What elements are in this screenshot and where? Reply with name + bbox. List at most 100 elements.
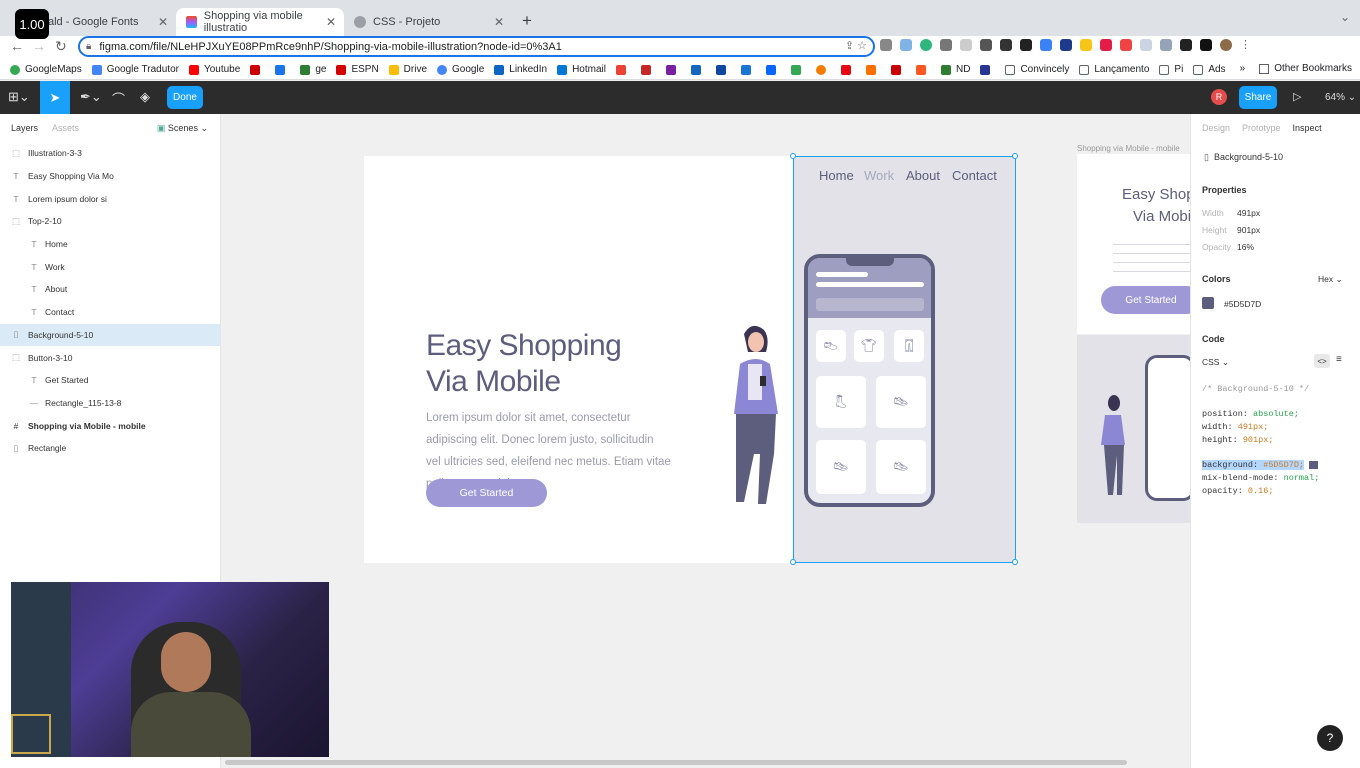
mobile-frame[interactable]: Easy Shopp Via Mobil Get Started xyxy=(1077,154,1190,334)
extension-icon[interactable] xyxy=(1040,39,1052,51)
bookmark-item[interactable] xyxy=(865,64,881,75)
extension-icon[interactable] xyxy=(940,39,952,51)
layer-row[interactable]: T Work xyxy=(0,255,220,278)
bookmark-folder[interactable]: Lançamento xyxy=(1079,64,1149,75)
extension-icon[interactable] xyxy=(880,39,892,51)
nav-about[interactable]: About xyxy=(906,168,940,183)
extension-icon[interactable] xyxy=(1020,39,1032,51)
layer-row[interactable]: T Lorem ipsum dolor si xyxy=(0,187,220,210)
other-bookmarks[interactable]: » Other Bookmarks xyxy=(1240,63,1352,74)
bookmark-item[interactable] xyxy=(740,64,756,75)
nav-work[interactable]: Work xyxy=(864,168,894,183)
chevron-right-icon[interactable]: » xyxy=(1240,63,1246,74)
get-started-button[interactable]: Get Started xyxy=(426,479,547,507)
code-line-background[interactable]: background: #5D5D7D; xyxy=(1202,460,1319,470)
extension-icon[interactable] xyxy=(980,39,992,51)
tab-layers[interactable]: Layers xyxy=(11,123,38,133)
bookmark-item[interactable] xyxy=(615,64,631,75)
mobile-frame-label[interactable]: Shopping via Mobile - mobile xyxy=(1077,144,1180,153)
bookmark-item[interactable] xyxy=(980,64,995,75)
close-icon[interactable]: ✕ xyxy=(158,15,168,29)
extension-icon[interactable] xyxy=(1100,39,1112,51)
bookmark-item[interactable] xyxy=(765,64,781,75)
star-icon[interactable]: ⇪ ☆ xyxy=(845,39,867,52)
close-icon[interactable]: ✕ xyxy=(494,15,504,29)
color-format-dropdown[interactable]: Hex ⌄ xyxy=(1318,274,1343,285)
height-value[interactable]: 901px xyxy=(1237,225,1260,235)
layer-row[interactable]: T Contact xyxy=(0,301,220,324)
bookmark-item[interactable]: GoogleMaps xyxy=(10,64,82,75)
layer-row[interactable]: T Get Started xyxy=(0,369,220,392)
layer-row[interactable]: ⬚ Top-2-10 xyxy=(0,210,220,233)
move-tool-icon[interactable]: ➤ xyxy=(40,81,70,114)
bookmark-item[interactable] xyxy=(890,64,906,75)
tab-css-projeto[interactable]: CSS - Projeto ✕ xyxy=(344,8,512,36)
resize-handle[interactable] xyxy=(790,153,796,159)
hero-title[interactable]: Easy Shopping Via Mobile xyxy=(426,328,622,400)
main-menu-icon[interactable]: ⊞⌄ xyxy=(8,89,30,105)
profile-avatar[interactable] xyxy=(1220,39,1232,51)
opacity-value[interactable]: 16% xyxy=(1237,242,1254,252)
color-swatch[interactable] xyxy=(1202,297,1214,309)
bookmark-item[interactable] xyxy=(275,64,290,75)
code-language-dropdown[interactable]: CSS ⌄ xyxy=(1202,357,1229,368)
bookmark-item[interactable]: Hotmail xyxy=(557,64,606,75)
code-line-opacity[interactable]: opacity: 0.16; xyxy=(1202,486,1273,496)
bookmark-item[interactable]: ESPN xyxy=(336,64,379,75)
layer-row[interactable]: ▯ Rectangle xyxy=(0,437,220,460)
tab-inspect[interactable]: Inspect xyxy=(1293,123,1322,133)
bookmark-item[interactable] xyxy=(640,64,656,75)
tab-prototype[interactable]: Prototype xyxy=(1242,123,1281,133)
extension-icon[interactable] xyxy=(1120,39,1132,51)
extension-icon[interactable] xyxy=(960,39,972,51)
bookmark-item[interactable] xyxy=(665,64,681,75)
tab-assets[interactable]: Assets xyxy=(52,123,79,133)
layer-row[interactable]: T Home xyxy=(0,233,220,256)
share-button[interactable]: Share xyxy=(1239,86,1277,109)
nav-contact[interactable]: Contact xyxy=(952,168,997,183)
pen-tool-icon[interactable]: ✒⌄ xyxy=(80,89,102,105)
tab-figma[interactable]: Shopping via mobile illustratio ✕ xyxy=(176,8,344,36)
extension-icon[interactable] xyxy=(1060,39,1072,51)
layer-row[interactable]: T Easy Shopping Via Mo xyxy=(0,165,220,188)
puzzle-icon[interactable] xyxy=(1180,39,1192,51)
bookmark-item[interactable]: ge xyxy=(300,64,326,75)
back-icon[interactable]: ← xyxy=(10,38,24,54)
bookmark-folder[interactable]: Pi xyxy=(1159,64,1183,75)
code-line-blend[interactable]: mix-blend-mode: normal; xyxy=(1202,473,1319,483)
avatar[interactable]: R xyxy=(1211,89,1227,105)
extension-icon[interactable] xyxy=(1000,39,1012,51)
reload-icon[interactable]: ↻ xyxy=(55,38,67,55)
bookmark-item[interactable]: Drive xyxy=(388,64,427,75)
width-value[interactable]: 491px xyxy=(1237,208,1260,218)
extension-icon[interactable] xyxy=(1080,39,1092,51)
bookmark-item[interactable]: Google Tradutor xyxy=(91,64,179,75)
resize-handle[interactable] xyxy=(1012,559,1018,565)
resize-handle[interactable] xyxy=(1012,153,1018,159)
sidepanel-icon[interactable] xyxy=(1200,39,1212,51)
bookmark-item[interactable] xyxy=(250,64,265,75)
desktop-frame[interactable]: Easy Shopping Via Mobile Lorem ipsum dol… xyxy=(364,153,1018,565)
bookmark-item[interactable] xyxy=(690,64,706,75)
code-line-width[interactable]: width: 491px; xyxy=(1202,422,1268,432)
resize-handle[interactable] xyxy=(790,559,796,565)
bookmark-folder[interactable]: Ads xyxy=(1193,64,1226,75)
extension-icon[interactable] xyxy=(1140,39,1152,51)
bookmark-item[interactable]: LinkedIn xyxy=(494,64,547,75)
pencil-tool-icon[interactable]: ⌒ xyxy=(112,89,125,108)
forward-icon[interactable]: → xyxy=(32,38,46,54)
bookmark-item[interactable]: Youtube xyxy=(188,64,240,75)
extension-icon[interactable] xyxy=(920,39,932,51)
help-button[interactable]: ? xyxy=(1317,725,1343,751)
layer-row[interactable]: # Shopping via Mobile - mobile xyxy=(0,414,220,437)
bookmark-item[interactable] xyxy=(715,64,731,75)
extension-icon[interactable] xyxy=(900,39,912,51)
layer-row[interactable]: — Rectangle_115-13-8 xyxy=(0,392,220,415)
bookmark-item[interactable] xyxy=(815,64,831,75)
mobile-frame-illustration[interactable] xyxy=(1077,335,1190,523)
extension-icon[interactable] xyxy=(1160,39,1172,51)
kebab-menu-icon[interactable]: ⋮ xyxy=(1240,39,1252,51)
code-line-position[interactable]: position: absolute; xyxy=(1202,409,1299,419)
nav-home[interactable]: Home xyxy=(819,168,854,183)
bookmark-item[interactable] xyxy=(915,64,931,75)
